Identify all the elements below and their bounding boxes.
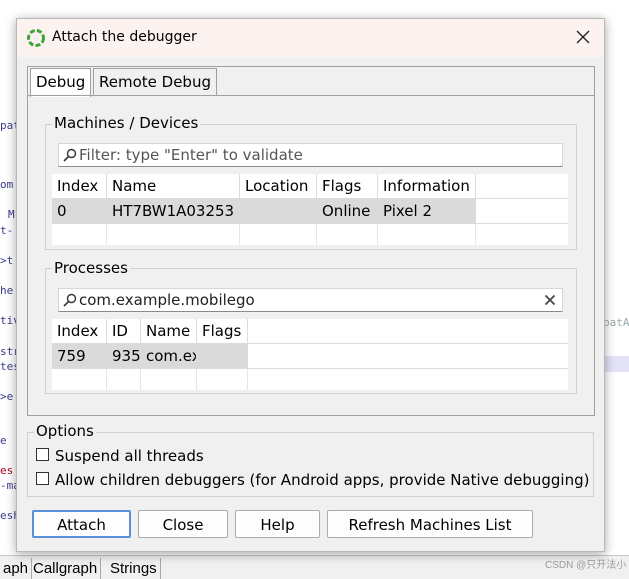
table-grid-line (52, 368, 568, 369)
table-grid-line (377, 224, 378, 245)
cell-flags (197, 344, 248, 368)
suspend-threads-checkbox[interactable] (36, 448, 49, 461)
machines-group-label: Machines / Devices (52, 114, 201, 132)
cell-flags: Online (317, 199, 378, 223)
tab-panel: Debug Remote Debug Machines / Devices In… (27, 66, 595, 416)
close-icon[interactable] (571, 25, 595, 49)
cell-index: 759 (52, 344, 107, 368)
table-grid-line (106, 369, 107, 390)
help-button[interactable]: Help (235, 510, 320, 538)
bg-code-fragment: es (0, 464, 14, 477)
table-grid-line (106, 224, 107, 245)
allow-children-debuggers-option[interactable]: Allow children debuggers (for Android ap… (36, 470, 590, 490)
cell-id: 935 (107, 344, 141, 368)
suspend-threads-option[interactable]: Suspend all threads (36, 446, 206, 466)
col-header-name[interactable]: Name (107, 174, 240, 198)
ide-tab-graph[interactable]: aph (0, 558, 33, 579)
col-header-flags[interactable]: Flags (197, 319, 248, 343)
bg-code-fragment: >e (0, 390, 14, 403)
machines-filter-input[interactable] (79, 145, 479, 165)
cell-index: 0 (52, 199, 107, 223)
col-header-index[interactable]: Index (52, 319, 107, 343)
col-header-location[interactable]: Location (240, 174, 317, 198)
table-grid-line (316, 224, 317, 245)
col-header-id[interactable]: ID (107, 319, 141, 343)
cell-location (240, 199, 317, 223)
table-grid-line (140, 369, 141, 390)
tab-divider (28, 95, 594, 96)
table-grid-line (52, 223, 568, 224)
ide-bottom-tabs: aph Callgraph Strings (0, 555, 629, 579)
bg-code-fragment: he (0, 284, 14, 297)
ide-tab-strings[interactable]: Strings (107, 558, 161, 579)
table-grid-line (239, 224, 240, 245)
clear-icon[interactable] (544, 294, 556, 306)
close-button[interactable]: Close (138, 510, 228, 538)
bg-code-fragment: e (0, 434, 7, 447)
tab-debug[interactable]: Debug (30, 68, 92, 97)
processes-table: Index ID Name Flags 759 935 com.example.… (52, 319, 568, 390)
cell-information: Pixel 2 (378, 199, 476, 223)
cell-name: HT7BW1A03253 (107, 199, 240, 223)
suspend-threads-label: Suspend all threads (55, 447, 204, 465)
processes-filter-field[interactable] (58, 288, 563, 312)
title-bar[interactable]: Attach the debugger (17, 19, 604, 57)
bg-highlight (603, 356, 629, 372)
bg-right-fragment: patA (603, 316, 629, 329)
col-header-information[interactable]: Information (378, 174, 476, 198)
search-icon (63, 148, 77, 162)
machines-table: Index Name Location Flags Information 0 … (52, 174, 568, 245)
machines-filter-field[interactable] (58, 143, 563, 167)
table-grid-line (247, 369, 248, 390)
col-header-name[interactable]: Name (141, 319, 197, 343)
attach-button[interactable]: Attach (32, 510, 131, 538)
bg-code-fragment: >t (0, 254, 14, 267)
col-header-flags[interactable]: Flags (317, 174, 378, 198)
bg-code-fragment: t- (0, 224, 14, 237)
refresh-machines-button[interactable]: Refresh Machines List (327, 510, 533, 538)
ide-tab-callgraph[interactable]: Callgraph (30, 558, 102, 579)
processes-filter-input[interactable] (79, 290, 479, 310)
bg-code-fragment: M (8, 208, 15, 221)
app-logo-icon (27, 29, 45, 47)
dialog-title: Attach the debugger (52, 29, 197, 45)
col-header-index[interactable]: Index (52, 174, 107, 198)
watermark: CSDN @只开法小 (545, 560, 627, 571)
allow-children-debuggers-label: Allow children debuggers (for Android ap… (55, 471, 590, 489)
attach-debugger-dialog: Attach the debugger Debug Remote Debug M… (16, 18, 605, 552)
bg-code-fragment: om (0, 178, 14, 191)
table-grid-line (475, 224, 476, 245)
table-grid-line (196, 369, 197, 390)
tab-remote-debug[interactable]: Remote Debug (93, 68, 217, 96)
search-icon (63, 293, 77, 307)
allow-children-debuggers-checkbox[interactable] (36, 472, 49, 485)
cell-name: com.example.mobilego (141, 344, 197, 368)
options-group-label: Options (34, 422, 96, 440)
processes-group-label: Processes (52, 259, 130, 277)
